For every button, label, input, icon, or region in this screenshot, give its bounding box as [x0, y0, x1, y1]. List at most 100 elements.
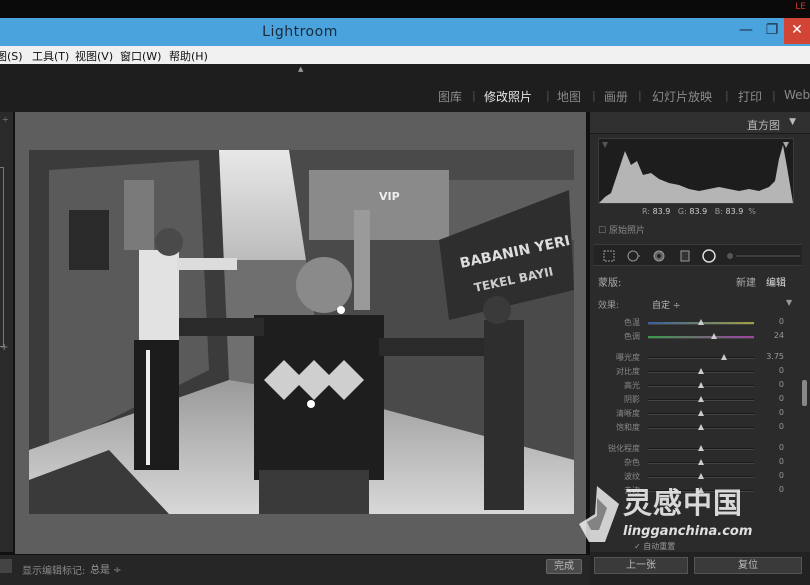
menu-item-window[interactable]: 窗口(W): [120, 48, 161, 64]
slider-row[interactable]: 高光 0: [596, 380, 784, 392]
slider-value[interactable]: 0: [760, 443, 784, 452]
close-button[interactable]: ✕: [784, 18, 810, 44]
slider-row[interactable]: 色温 0: [596, 317, 784, 329]
slider-value[interactable]: 0: [760, 471, 784, 480]
slider-value[interactable]: 0: [760, 366, 784, 375]
reset-button[interactable]: 复位: [694, 557, 802, 574]
graduated-filter-icon[interactable]: [678, 249, 692, 263]
histogram[interactable]: [598, 138, 794, 204]
done-button[interactable]: 完成: [546, 559, 582, 574]
red-eye-icon[interactable]: [652, 249, 666, 263]
os-top-strip: LE: [0, 0, 810, 18]
maximize-button[interactable]: ❐: [759, 18, 785, 44]
slider-value[interactable]: 0: [760, 317, 784, 326]
slider-track[interactable]: [648, 336, 754, 339]
slider-row[interactable]: 对比度 0: [596, 366, 784, 378]
slider-row[interactable]: 曝光度 3.75: [596, 352, 784, 364]
slider-value[interactable]: 0: [760, 422, 784, 431]
slider-value[interactable]: 3.75: [760, 352, 784, 361]
slider-value[interactable]: 0: [760, 380, 784, 389]
slider-value[interactable]: 0: [760, 457, 784, 466]
effect-collapse-icon[interactable]: ▼: [786, 298, 792, 307]
crop-icon[interactable]: [602, 249, 616, 263]
tray-tag: LE: [795, 2, 806, 12]
slider-knob[interactable]: [698, 396, 704, 402]
watermark-en: lingganchina.com: [623, 524, 753, 539]
slider-label: 阴影: [624, 395, 640, 404]
slider-value[interactable]: 0: [760, 408, 784, 417]
slider-value[interactable]: 0: [760, 394, 784, 403]
left-panel-toggle-icon[interactable]: ÷: [2, 115, 9, 124]
slider-label: 锐化程度: [608, 444, 640, 453]
left-panel-edge[interactable]: ÷ +: [0, 112, 14, 552]
slider-row[interactable]: 色调 24: [596, 331, 784, 343]
menu-item-view[interactable]: 视图(V): [75, 48, 113, 64]
watermark-logo-icon: [579, 486, 619, 542]
slider-value[interactable]: 24: [760, 331, 784, 340]
image-workspace[interactable]: BABANIN YERI TEKEL BAYII VIP: [15, 112, 586, 554]
module-book[interactable]: 画册: [604, 88, 628, 105]
module-picker: ▲ 图库 | 修改照片 | 地图 | 画册 | 幻灯片放映 | 打印 | Web: [0, 64, 810, 112]
collapse-top-panel-icon[interactable]: ▲: [298, 65, 303, 73]
slider-label: 色调: [624, 332, 640, 341]
slider-row[interactable]: 锐化程度 0: [596, 443, 784, 455]
slider-knob[interactable]: [698, 473, 704, 479]
previous-button[interactable]: 上一张: [594, 557, 688, 574]
slider-knob[interactable]: [698, 459, 704, 465]
slider-knob[interactable]: [698, 445, 704, 451]
slider-label: 高光: [624, 381, 640, 390]
slider-knob[interactable]: [698, 382, 704, 388]
menu-item-help[interactable]: 帮助(H): [169, 48, 208, 64]
mask-new-button[interactable]: 新建: [736, 274, 756, 289]
slider-row[interactable]: 清晰度 0: [596, 408, 784, 420]
slider-row[interactable]: 阴影 0: [596, 394, 784, 406]
module-library[interactable]: 图库: [438, 88, 462, 105]
module-print[interactable]: 打印: [738, 88, 762, 105]
slider-row[interactable]: 饱和度 0: [596, 422, 784, 434]
slider-knob[interactable]: [710, 333, 717, 339]
radial-filter-icon[interactable]: [702, 249, 716, 263]
slider-label: 杂色: [624, 458, 640, 467]
slider-label: 色温: [624, 318, 640, 327]
photo-preview[interactable]: BABANIN YERI TEKEL BAYII VIP: [29, 150, 574, 514]
plus-icon[interactable]: +: [0, 342, 8, 353]
module-map[interactable]: 地图: [557, 88, 581, 105]
menu-bar: 图(S) 工具(T) 视图(V) 窗口(W) 帮助(H): [0, 46, 810, 64]
slider-label: 清晰度: [616, 409, 640, 418]
histogram-title: 直方图: [747, 119, 780, 132]
panel-scrollbar[interactable]: [802, 380, 807, 406]
module-slideshow[interactable]: 幻灯片放映: [652, 88, 712, 105]
module-web[interactable]: Web: [784, 88, 810, 102]
slider-row[interactable]: 杂色 0: [596, 457, 784, 469]
slider-track[interactable]: [648, 357, 754, 359]
slider-knob[interactable]: [698, 319, 704, 325]
panel-bottom-buttons: 上一张 复位: [590, 552, 810, 585]
menu-item-tools[interactable]: 工具(T): [32, 48, 69, 64]
photo-image: BABANIN YERI TEKEL BAYII VIP: [29, 150, 574, 514]
brush-slider-icon[interactable]: [724, 249, 804, 263]
slider-label: 饱和度: [616, 423, 640, 432]
original-photo-toggle[interactable]: ☐ 原始照片: [598, 223, 645, 236]
slider-label: 曝光度: [616, 353, 640, 362]
watermark-cn: 灵感中国: [623, 486, 744, 520]
show-edit-pins-select[interactable]: 总是 ÷: [90, 561, 122, 576]
slider-knob[interactable]: [698, 424, 704, 430]
effect-select[interactable]: 自定 ÷: [652, 298, 680, 311]
mask-row: 蒙版: 新建 编辑: [598, 274, 794, 290]
minimize-button[interactable]: —: [733, 18, 759, 44]
watermark: 灵感中国 lingganchina.com: [575, 480, 805, 550]
toolbar-left-box[interactable]: [0, 559, 12, 573]
slider-knob[interactable]: [721, 354, 728, 360]
module-develop[interactable]: 修改照片: [484, 88, 532, 105]
slider-knob[interactable]: [698, 368, 704, 374]
window-titlebar: Lightroom — ❐ ✕: [0, 18, 810, 46]
slider-label: 对比度: [616, 367, 640, 376]
sign-text-3: VIP: [379, 190, 400, 203]
menu-item-photo[interactable]: 图(S): [0, 48, 23, 64]
mask-edit-button[interactable]: 编辑: [766, 274, 786, 289]
collapse-histogram-icon[interactable]: ▼: [789, 117, 796, 127]
histogram-header[interactable]: 直方图 ▼: [590, 112, 810, 134]
readout-r: 83.9: [652, 207, 671, 216]
slider-knob[interactable]: [698, 410, 704, 416]
spot-removal-icon[interactable]: [626, 249, 640, 263]
